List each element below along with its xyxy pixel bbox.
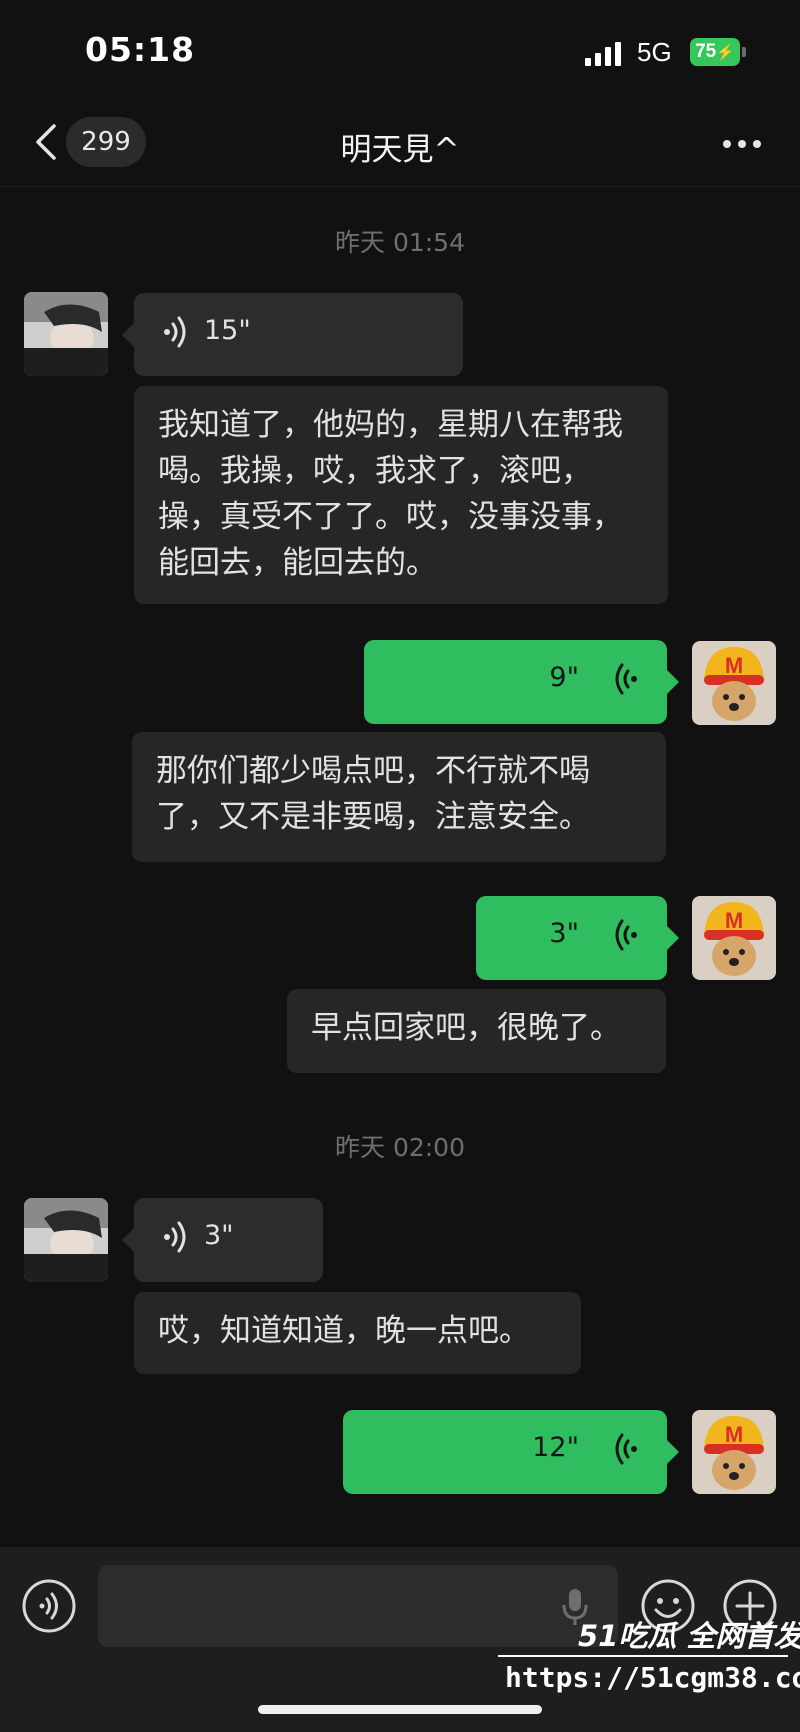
timestamp: 昨天 02:00 — [335, 1133, 465, 1162]
bubble-tail — [122, 1228, 134, 1252]
unread-count-badge[interactable]: 299 — [66, 117, 146, 167]
voice-wave-icon — [615, 663, 637, 695]
voice-message-right[interactable]: 3" — [476, 896, 679, 980]
bubble-tail — [667, 1440, 679, 1464]
voice-wave-icon — [615, 919, 637, 951]
contact-avatar-image — [24, 1198, 108, 1282]
voice-duration: 3" — [204, 1220, 234, 1251]
watermark-url: https://51cgm38.com — [505, 1661, 800, 1694]
voice-duration: 9" — [549, 662, 579, 693]
self-avatar[interactable]: M — [692, 641, 776, 725]
timestamp: 昨天 01:54 — [335, 228, 465, 257]
voice-message-right[interactable]: 12" — [343, 1410, 679, 1494]
status-time: 05:18 — [85, 30, 196, 69]
bubble-tail — [667, 926, 679, 950]
transcript-text: 早点回家吧，很晚了。 — [287, 989, 666, 1073]
signal-icon — [585, 42, 621, 66]
transcript-text: 那你们都少喝点吧，不行就不喝了，又不是非要喝，注意安全。 — [132, 732, 666, 862]
svg-text:M: M — [725, 1422, 743, 1447]
self-avatar-image: M — [692, 1410, 776, 1494]
network-label: 5G — [637, 37, 672, 67]
watermark-title: 51吃瓜 全网首发 — [578, 1619, 800, 1653]
voice-wave-icon — [164, 1221, 186, 1253]
self-avatar[interactable]: M — [692, 896, 776, 980]
watermark-divider — [498, 1655, 788, 1657]
voice-message-left[interactable]: 15" — [122, 293, 463, 376]
nav-bar: 明天見^ 299 — [0, 100, 800, 187]
battery-tip — [742, 47, 746, 57]
status-bar: 05:18 5G 75 ⚡ — [0, 0, 800, 100]
voice-duration: 3" — [549, 918, 579, 949]
voice-wave-icon — [615, 1433, 637, 1465]
svg-text:M: M — [725, 908, 743, 933]
transcript-text: 哎，知道知道，晚一点吧。 — [134, 1292, 581, 1374]
back-chevron-icon[interactable] — [32, 122, 62, 162]
transcript-text: 我知道了，他妈的，星期八在帮我喝。我操，哎，我求了，滚吧，操，真受不了了。哎，没… — [134, 386, 668, 604]
voice-message-left[interactable]: 3" — [122, 1198, 323, 1282]
voice-message-right[interactable]: 9" — [364, 640, 679, 724]
home-indicator — [258, 1705, 542, 1714]
svg-text:M: M — [725, 653, 743, 678]
composer-bar: 51吃瓜 全网首发 https://51cgm38.com — [0, 1547, 800, 1732]
self-avatar[interactable]: M — [692, 1410, 776, 1494]
battery-level: 75 — [695, 41, 717, 62]
battery-icon: 75 ⚡ — [690, 38, 740, 66]
voice-wave-icon — [164, 316, 186, 348]
voice-duration: 12" — [532, 1432, 579, 1463]
more-options-icon[interactable] — [722, 138, 762, 150]
self-avatar-image: M — [692, 641, 776, 725]
contact-avatar-image — [24, 292, 108, 376]
bubble-tail — [667, 670, 679, 694]
contact-avatar[interactable] — [24, 292, 108, 376]
self-avatar-image: M — [692, 896, 776, 980]
message-input[interactable] — [98, 1565, 618, 1647]
voice-duration: 15" — [204, 315, 251, 346]
bubble-tail — [122, 323, 134, 347]
voice-mode-icon[interactable] — [22, 1579, 76, 1633]
contact-avatar[interactable] — [24, 1198, 108, 1282]
